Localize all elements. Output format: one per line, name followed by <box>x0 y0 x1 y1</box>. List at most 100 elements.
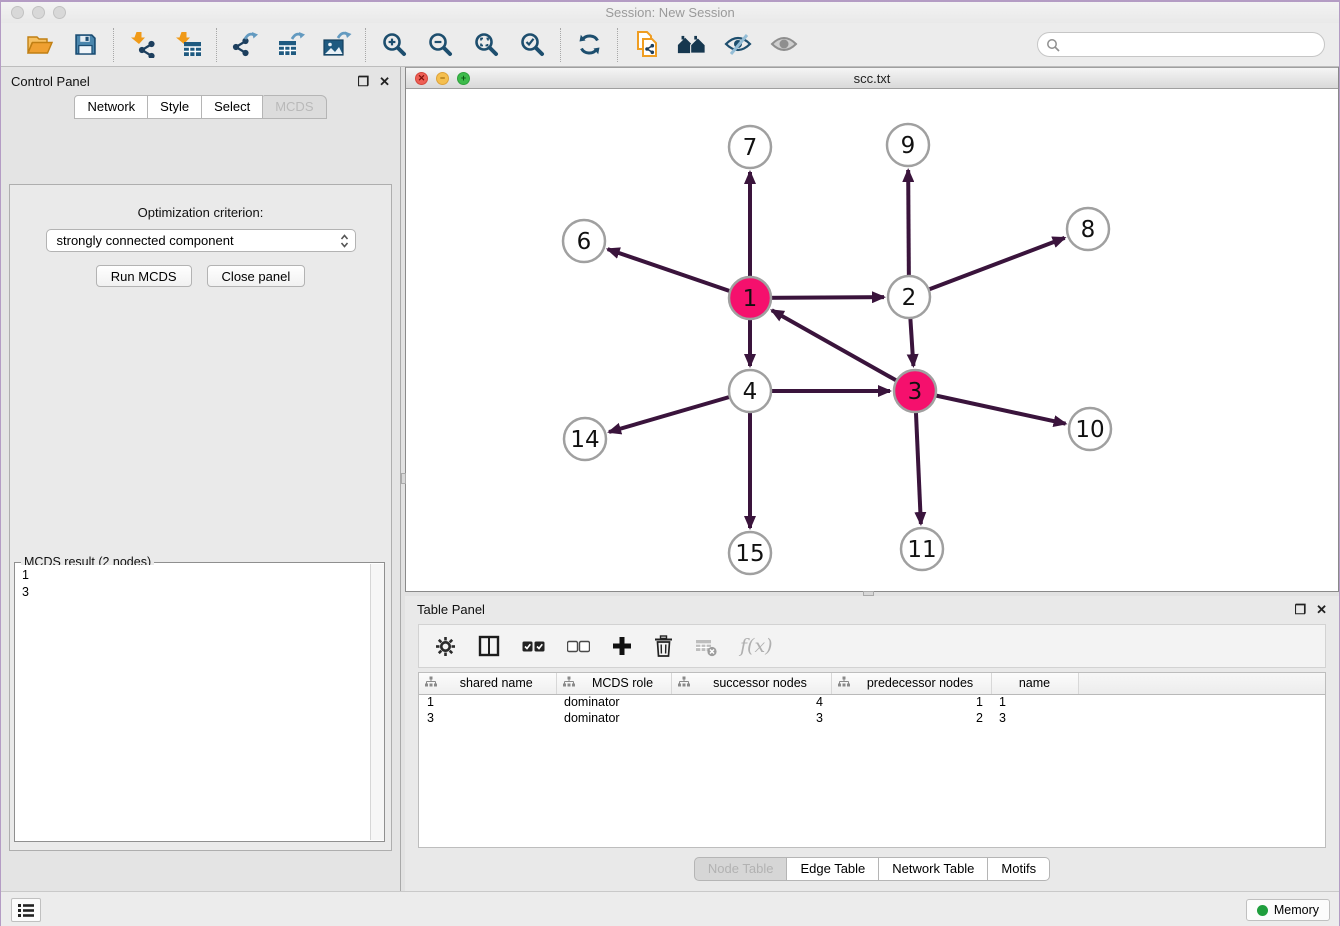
control-panel: Control Panel ❐ ✕ Network Style Select M… <box>1 67 401 891</box>
network-window-titlebar[interactable]: ✕ − + scc.txt <box>406 67 1338 89</box>
zoom-in-icon[interactable] <box>379 30 409 60</box>
zoom-selected-icon[interactable] <box>517 30 547 60</box>
table-cell[interactable]: 1 <box>831 694 991 710</box>
table-row[interactable]: 1dominator411 <box>419 694 1325 710</box>
column-header-3[interactable]: predecessor nodes <box>831 673 991 694</box>
close-panel-icon[interactable]: ✕ <box>1316 603 1327 616</box>
table-panel-tabs: Node Table Edge Table Network Table Moti… <box>405 857 1339 881</box>
search-area <box>1037 32 1325 57</box>
table-cell[interactable]: 4 <box>671 694 831 710</box>
tab-style[interactable]: Style <box>148 95 202 119</box>
table-cell[interactable]: dominator <box>556 710 671 726</box>
refresh-icon[interactable] <box>574 30 604 60</box>
tree-icon <box>678 676 690 690</box>
tab-motifs[interactable]: Motifs <box>988 857 1050 881</box>
network-close-button[interactable]: ✕ <box>415 72 428 85</box>
tab-mcds[interactable]: MCDS <box>263 95 326 119</box>
control-panel-title: Control Panel <box>11 74 90 89</box>
table-row[interactable]: 3dominator323 <box>419 710 1325 726</box>
show-all-icon[interactable] <box>769 30 799 60</box>
window-zoom-button[interactable] <box>53 6 66 19</box>
table-cell[interactable]: 1 <box>419 694 556 710</box>
search-input[interactable] <box>1065 37 1316 52</box>
table-cell[interactable]: 3 <box>991 710 1078 726</box>
zoom-out-icon[interactable] <box>425 30 455 60</box>
tree-icon <box>563 676 575 690</box>
tab-network[interactable]: Network <box>74 95 148 119</box>
memory-button[interactable]: Memory <box>1246 899 1330 921</box>
settings-gear-icon[interactable] <box>435 636 456 657</box>
import-table-icon[interactable] <box>173 30 203 60</box>
control-panel-tabs: Network Style Select MCDS <box>1 95 400 119</box>
network-minimize-button[interactable]: − <box>436 72 449 85</box>
tab-node-table[interactable]: Node Table <box>694 857 788 881</box>
graph-node-label: 14 <box>570 427 599 453</box>
network-view-window: ✕ − + scc.txt 7968124314101511 <box>405 67 1339 592</box>
edge-3-10[interactable] <box>915 391 1066 424</box>
delete-table-icon[interactable] <box>695 636 718 657</box>
export-table-icon[interactable] <box>276 30 306 60</box>
function-builder-icon: f(x) <box>740 635 773 657</box>
save-session-icon[interactable] <box>70 30 100 60</box>
mcds-panel-body: Optimization criterion: strongly connect… <box>9 184 392 851</box>
table-cell[interactable]: 3 <box>419 710 556 726</box>
node-table[interactable]: shared nameMCDS rolesuccessor nodesprede… <box>418 672 1326 848</box>
column-header-4[interactable]: name <box>991 673 1078 694</box>
table-panel-title: Table Panel <box>417 602 485 617</box>
export-image-icon[interactable] <box>322 30 352 60</box>
tab-edge-table[interactable]: Edge Table <box>787 857 879 881</box>
mcds-result-list[interactable]: 1 3 <box>16 565 369 840</box>
graph-node-label: 6 <box>577 229 592 255</box>
select-stepper-icon <box>340 233 349 249</box>
table-cell[interactable]: 2 <box>831 710 991 726</box>
window-close-button[interactable] <box>11 6 24 19</box>
select-all-columns-icon[interactable] <box>522 640 545 653</box>
deselect-all-columns-icon[interactable] <box>567 640 590 653</box>
column-header-2[interactable]: successor nodes <box>671 673 831 694</box>
zoom-fit-icon[interactable] <box>471 30 501 60</box>
graph-node-label: 7 <box>743 135 758 161</box>
window-minimize-button[interactable] <box>32 6 45 19</box>
open-session-icon[interactable] <box>24 30 54 60</box>
tab-select[interactable]: Select <box>202 95 263 119</box>
graph-node-label: 3 <box>908 379 923 405</box>
graph-node-label: 11 <box>907 537 936 563</box>
run-mcds-button[interactable]: Run MCDS <box>96 265 192 287</box>
network-graph[interactable]: 7968124314101511 <box>406 89 1334 590</box>
graph-node-label: 2 <box>902 285 917 311</box>
graph-node-label: 1 <box>743 286 758 312</box>
duplicate-network-icon[interactable] <box>631 30 661 60</box>
network-maximize-button[interactable]: + <box>457 72 470 85</box>
search-box[interactable] <box>1037 32 1325 57</box>
column-header-1[interactable]: MCDS role <box>556 673 671 694</box>
graph-node-label: 10 <box>1075 417 1104 443</box>
optimization-criterion-select[interactable]: strongly connected component <box>46 229 356 252</box>
tab-network-table[interactable]: Network Table <box>879 857 988 881</box>
search-icon <box>1046 38 1060 52</box>
delete-column-icon[interactable] <box>654 635 673 657</box>
table-cell[interactable]: dominator <box>556 694 671 710</box>
tree-icon <box>838 676 850 690</box>
float-panel-icon[interactable]: ❐ <box>1294 603 1306 616</box>
table-cell-filler <box>1078 694 1325 710</box>
result-scrollbar[interactable] <box>370 564 384 840</box>
float-panel-icon[interactable]: ❐ <box>357 75 369 88</box>
task-history-button[interactable] <box>11 898 41 922</box>
edge-3-1[interactable] <box>772 310 915 391</box>
close-panel-button[interactable]: Close panel <box>207 265 306 287</box>
edge-1-6[interactable] <box>608 249 750 298</box>
column-view-icon[interactable] <box>478 635 500 657</box>
network-canvas[interactable]: 7968124314101511 <box>406 89 1338 591</box>
export-network-icon[interactable] <box>230 30 260 60</box>
selected-option: strongly connected component <box>57 233 340 248</box>
table-cell[interactable]: 1 <box>991 694 1078 710</box>
table-cell[interactable]: 3 <box>671 710 831 726</box>
edge-2-8[interactable] <box>909 238 1065 297</box>
import-network-icon[interactable] <box>127 30 157 60</box>
first-neighbors-icon[interactable] <box>677 30 707 60</box>
mcds-result-box: MCDS result (2 nodes) 1 3 <box>14 562 385 842</box>
add-column-icon[interactable] <box>612 636 632 656</box>
close-panel-icon[interactable]: ✕ <box>379 75 390 88</box>
hide-selected-icon[interactable] <box>723 30 753 60</box>
column-header-0[interactable]: shared name <box>419 673 556 694</box>
